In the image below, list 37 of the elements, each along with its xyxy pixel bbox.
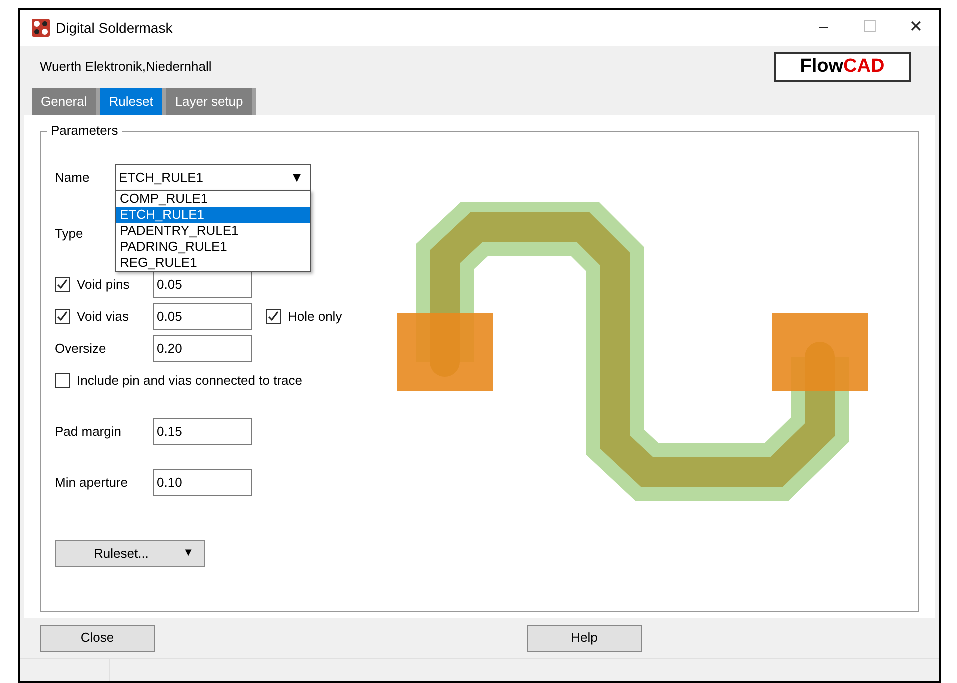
company-name: Wuerth Elektronik,Niedernhall — [40, 58, 212, 76]
name-dropdown[interactable]: ETCH_RULE1 ▼ — [115, 164, 311, 191]
field-label: Min aperture — [55, 474, 129, 492]
input-field[interactable]: 0.05 — [153, 271, 252, 298]
tab[interactable]: Layer setup — [166, 88, 256, 115]
close-button[interactable]: ✕ — [893, 10, 939, 46]
checkbox[interactable] — [55, 309, 70, 324]
tab[interactable]: Ruleset — [100, 88, 166, 115]
input-field[interactable]: 0.05 — [153, 303, 252, 330]
flowcad-logo: FlowCAD — [774, 52, 911, 82]
app-icon — [32, 19, 50, 37]
checkbox-label: Void vias — [77, 308, 130, 326]
dropdown-option[interactable]: REG_RULE1 — [116, 255, 310, 271]
checkbox[interactable] — [55, 373, 70, 388]
dialog-button[interactable]: Help — [527, 624, 642, 652]
input-field[interactable]: 0.15 — [153, 418, 252, 445]
dialog-button[interactable]: Close — [40, 624, 155, 652]
tab[interactable]: General — [32, 88, 100, 115]
caret-icon: ▼ — [290, 167, 304, 188]
dropdown-option[interactable]: PADENTRY_RULE1 — [116, 223, 310, 239]
checkbox[interactable] — [266, 309, 281, 324]
dropdown-option[interactable]: PADRING_RULE1 — [116, 239, 310, 255]
window-title: Digital Soldermask — [56, 18, 173, 38]
dropdown-option[interactable]: COMP_RULE1 — [116, 191, 310, 207]
checkbox-label: Void pins — [77, 276, 131, 294]
checkbox[interactable] — [55, 277, 70, 292]
input-field[interactable]: 0.10 — [153, 469, 252, 496]
field-label: Name — [55, 168, 91, 187]
minimize-button[interactable]: – — [801, 10, 847, 46]
field-label: Type — [55, 224, 84, 243]
ruleset-button[interactable]: Ruleset... ▼ — [55, 540, 205, 567]
input-field[interactable]: 0.20 — [153, 335, 252, 362]
checkbox-label: Hole only — [288, 308, 342, 326]
field-label: Pad margin — [55, 422, 122, 441]
dropdown-option[interactable]: ETCH_RULE1 — [116, 207, 310, 223]
checkbox-label: Include pin and vias connected to trace — [77, 372, 302, 390]
field-label: Oversize — [55, 340, 108, 358]
